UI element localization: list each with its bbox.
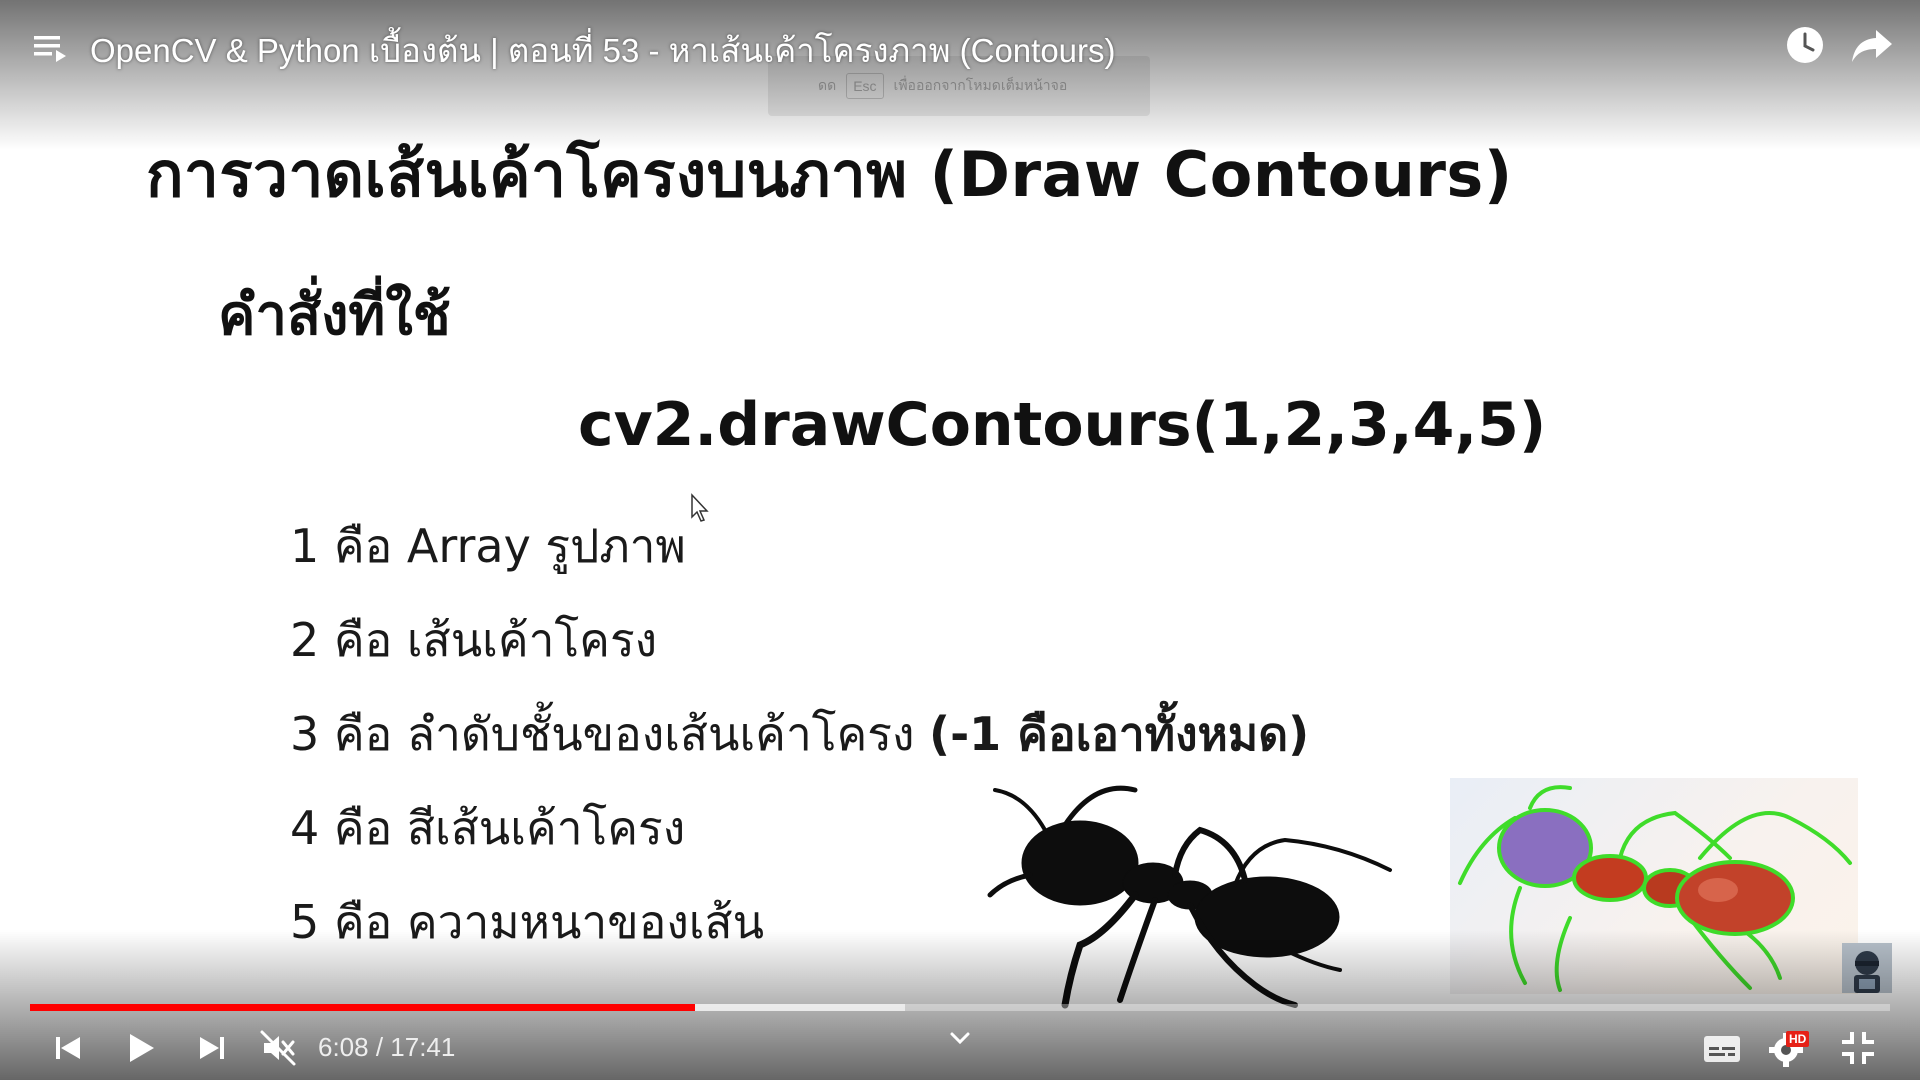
param-item: 5 คือ ความหนาของเส้น [290,886,764,959]
clock-icon[interactable] [1784,24,1826,66]
param-item: 3 คือ ลำดับชั้นของเส้นเค้าโครง (-1 คือเอ… [290,698,1309,771]
param-item: 4 คือ สีเส้นเค้าโครง [290,792,685,865]
playlist-icon[interactable] [30,28,70,68]
slide-title: การวาดเส้นเค้าโครงบนภาพ (Draw Contours) [146,138,1513,211]
param-text: 4 คือ สีเส้นเค้าโครง [290,801,686,855]
duration: 17:41 [390,1032,456,1062]
channel-avatar[interactable] [1842,943,1892,993]
video-player[interactable]: การวาดเส้นเค้าโครงบนภาพ (Draw Contours) … [0,0,1920,1080]
player-header: OpenCV & Python เบื้องต้น | ตอนที่ 53 - … [0,0,1920,90]
progress-bar[interactable] [30,1004,1890,1011]
slide-subtitle: คำสั่งที่ใช้ [218,283,451,348]
progress-played [30,1004,695,1011]
previous-icon[interactable] [48,1028,88,1068]
param-bold-note: (-1 คือเอาทั้งหมด) [929,707,1310,761]
ant-silhouette-image [987,785,1392,1009]
share-icon[interactable] [1850,24,1894,66]
param-text: 5 คือ ความหนาของเส้น [290,895,765,949]
next-icon[interactable] [192,1028,232,1068]
mute-icon[interactable] [258,1028,298,1068]
time-display: 6:08 / 17:41 [318,1032,455,1063]
play-icon[interactable] [120,1028,160,1068]
avatar-image [1842,943,1892,993]
chevron-down-icon[interactable] [948,1030,972,1046]
video-frame: การวาดเส้นเค้าโครงบนภาพ (Draw Contours) … [0,0,1920,1080]
hd-badge: HD [1786,1031,1810,1047]
current-time: 6:08 [318,1032,369,1062]
param-text: 1 คือ Array รูปภาพ [290,519,686,573]
param-item: 1 คือ Array รูปภาพ [290,510,686,583]
mouse-cursor-icon [691,493,709,522]
subtitles-icon[interactable] [1700,1028,1744,1068]
param-text: 3 คือ ลำดับชั้นของเส้นเค้าโครง [290,707,930,761]
param-item: 2 คือ เส้นเค้าโครง [290,604,657,677]
time-separator: / [368,1032,391,1062]
exit-fullscreen-icon[interactable] [1838,1028,1878,1068]
slide-command: cv2.drawContours(1,2,3,4,5) [578,390,1547,460]
ant-contour-image [1450,778,1858,994]
video-title[interactable]: OpenCV & Python เบื้องต้น | ตอนที่ 53 - … [90,24,1116,77]
param-text: 2 คือ เส้นเค้าโครง [290,613,658,667]
